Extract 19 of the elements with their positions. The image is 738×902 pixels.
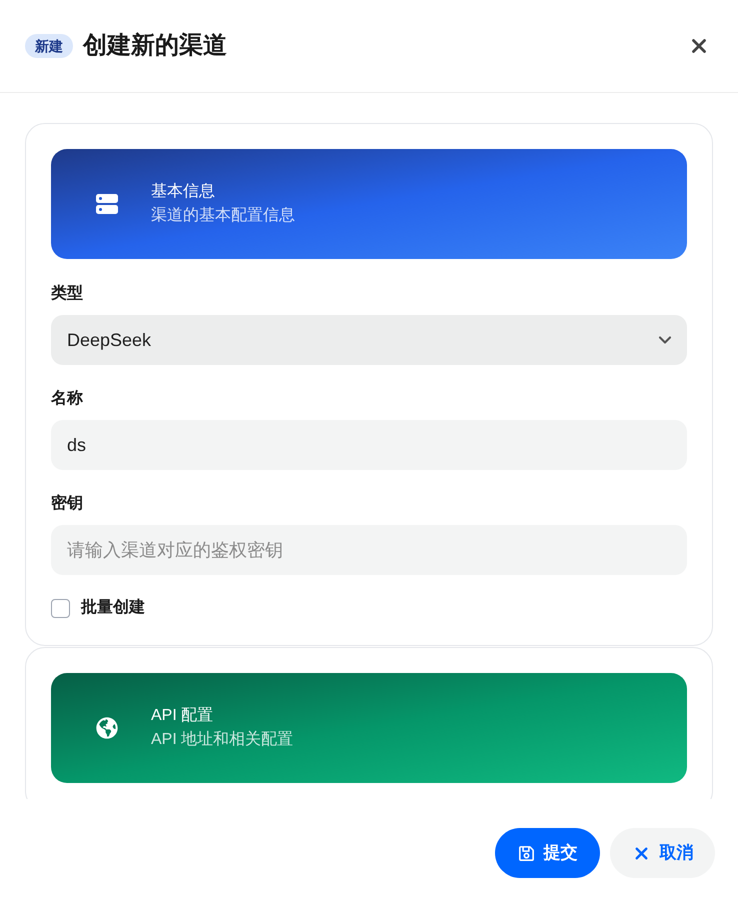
field-label: 密钥 [51,493,83,514]
text-input-field[interactable]: ds [51,420,687,470]
checkbox[interactable] [51,598,70,618]
section-subtitle: 渠道的基本配置信息 [151,206,295,226]
dialog-title: 创建新的渠道 [83,31,227,61]
checkbox-label: 批量创建 [81,598,145,618]
cancel-button[interactable]: 取消 [610,828,715,878]
field-label: 类型 [51,284,83,304]
section-title: API 配置 [151,706,214,726]
section-title: 基本信息 [151,182,215,202]
submit-button[interactable]: 提交 [495,828,600,878]
save-icon [518,844,534,862]
type-select[interactable]: DeepSeek [51,315,687,365]
server-icon [96,193,118,215]
globe-icon [96,717,118,739]
field-label: 名称 [51,388,83,409]
text-input-field[interactable]: 请输入渠道对应的鉴权密钥 [51,525,687,575]
section-subtitle: API 地址和相关配置 [151,730,294,750]
new-badge: 新建 [25,34,73,58]
